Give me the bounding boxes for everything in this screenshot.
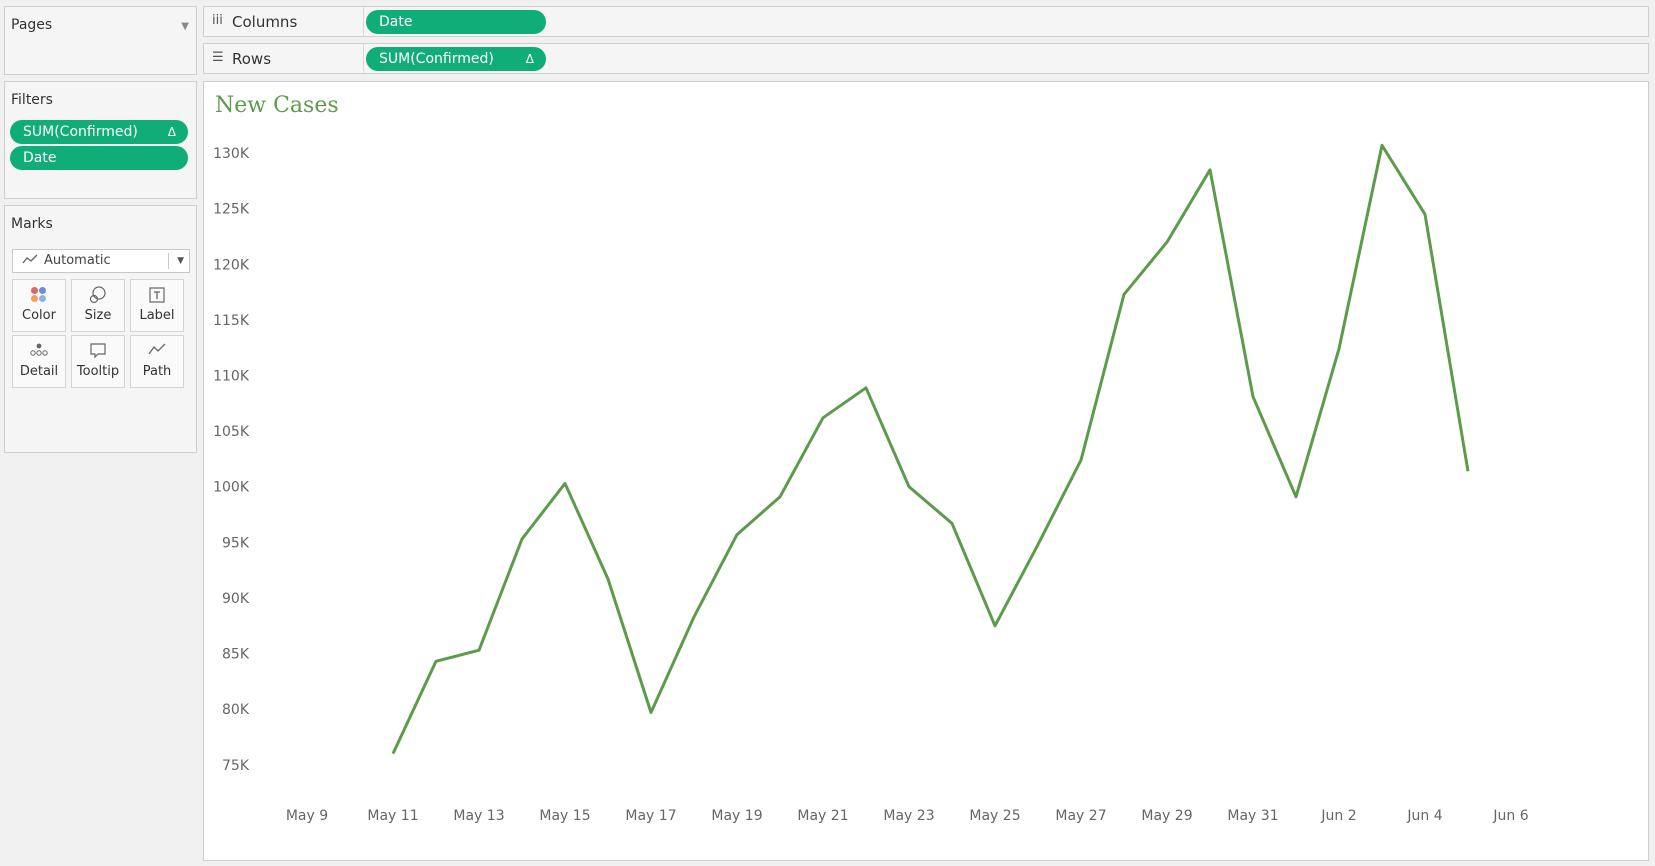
rows-icon: ☰ [212,50,224,65]
y-tick-label: 90K [222,591,250,607]
marks-detail-button[interactable]: Detail [12,335,66,388]
marks-panel: Marks Automatic ▼ Color Size Label Detai… [4,205,197,453]
y-tick-label: 105K [213,424,250,440]
marks-label-button[interactable]: Label [130,279,184,332]
x-tick-label: Jun 4 [1406,808,1442,824]
columns-shelf[interactable]: iii Columns Date [203,6,1649,37]
mark-type-dropdown[interactable]: Automatic ▼ [12,249,190,273]
x-tick-label: May 19 [711,808,762,824]
delta-icon: Δ [167,125,176,139]
filter-pill-date[interactable]: Date [10,146,188,170]
x-tick-label: May 29 [1141,808,1192,824]
x-tick-label: May 15 [539,808,590,824]
rows-pill-sum-confirmed[interactable]: SUM(Confirmed) Δ [366,47,546,71]
chart-view[interactable]: New Cases 75K 80K 85K 90K 95K 100K 105K 110K 115… [203,81,1649,861]
columns-icon: iii [212,13,223,28]
y-tick-label: 80K [222,702,250,718]
rows-pill-label: SUM(Confirmed) [379,51,494,67]
y-tick-label: 130K [213,146,250,162]
rows-shelf-label: Rows [232,50,272,68]
y-tick-label: 100K [213,480,250,496]
x-tick-label: Jun 6 [1492,808,1528,824]
x-tick-label: May 25 [969,808,1020,824]
x-tick-label: May 11 [367,808,418,824]
detail-icon [13,342,65,362]
x-tick-label: May 27 [1055,808,1106,824]
x-tick-label: May 13 [453,808,504,824]
pages-panel[interactable]: Pages ▼ [4,6,197,75]
color-icon [13,286,65,306]
line-chart-icon [22,250,38,272]
tooltip-icon [72,342,124,362]
pages-title: Pages [11,17,53,33]
columns-shelf-label: Columns [232,13,298,31]
filters-panel: Filters SUM(Confirmed) Δ Date [4,81,197,199]
series-group [391,143,1470,755]
marks-title: Marks [11,216,53,232]
size-icon [72,286,124,306]
marks-button-label: Size [84,308,112,323]
x-tick-label: May 31 [1227,808,1278,824]
marks-size-button[interactable]: Size [71,279,125,332]
text-label-icon [131,286,183,306]
y-tick-label: 95K [222,535,250,551]
marks-button-label: Detail [19,364,59,379]
y-axis: 75K 80K 85K 90K 95K 100K 105K 110K 115K 120K 125K 1… [213,146,250,774]
x-tick-label: May 21 [797,808,848,824]
y-tick-label: 110K [213,369,250,385]
filter-pill-label: Date [23,150,57,166]
columns-pill-label: Date [379,14,413,30]
y-tick-label: 125K [213,202,250,218]
path-icon [131,342,183,362]
chevron-down-icon: ▼ [177,256,184,266]
columns-pill-date[interactable]: Date [366,10,546,34]
marks-button-label: Color [22,308,56,323]
rows-shelf[interactable]: ☰ Rows SUM(Confirmed) Δ [203,43,1649,74]
y-tick-label: 120K [213,257,250,273]
marks-tooltip-button[interactable]: Tooltip [71,335,125,388]
x-tick-label: May 23 [883,808,934,824]
y-tick-label: 115K [213,313,250,329]
marks-color-button[interactable]: Color [12,279,66,332]
filter-pill-sum-confirmed[interactable]: SUM(Confirmed) Δ [10,120,188,144]
marks-button-label: Label [139,308,175,323]
mark-type-label: Automatic [44,253,111,268]
series-line[interactable] [391,143,1470,755]
marks-button-label: Path [142,364,172,379]
delta-icon: Δ [525,52,534,66]
x-axis: May 9 May 11 May 13 May 15 May 17 May 19 May 2… [286,808,1529,824]
marks-path-button[interactable]: Path [130,335,184,388]
x-tick-label: May 17 [625,808,676,824]
marks-button-label: Tooltip [76,364,120,379]
y-tick-label: 85K [222,647,250,663]
x-tick-label: May 9 [286,808,328,824]
filter-pill-label: SUM(Confirmed) [23,124,138,140]
filters-title: Filters [11,92,53,108]
y-tick-label: 75K [222,758,250,774]
x-tick-label: Jun 2 [1320,808,1356,824]
pages-dropdown-icon[interactable]: ▼ [181,21,189,32]
line-chart[interactable]: 75K 80K 85K 90K 95K 100K 105K 110K 115K 120K 125K 1… [204,82,1648,860]
